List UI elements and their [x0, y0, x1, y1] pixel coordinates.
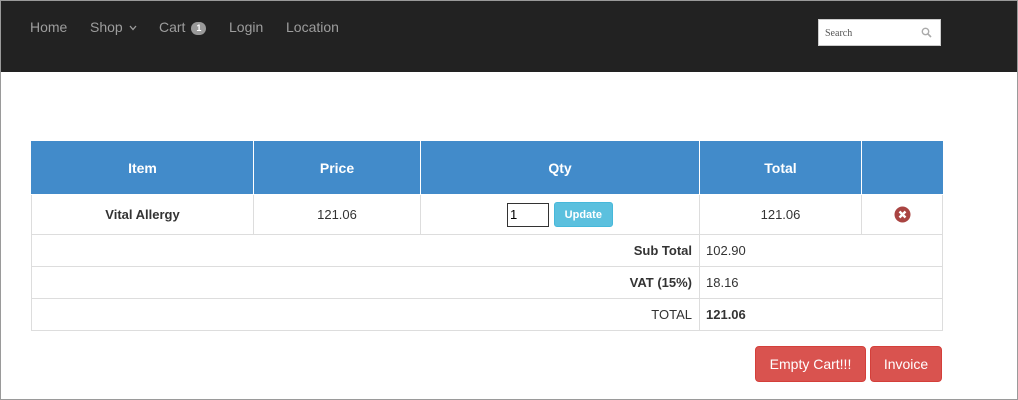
item-qty-cell: Update: [420, 194, 700, 235]
subtotal-value: 102.90: [699, 234, 943, 267]
vat-row: VAT (15%) 18.16: [31, 266, 943, 299]
column-header-item: Item: [31, 141, 254, 195]
empty-cart-button[interactable]: Empty Cart!!!: [755, 346, 866, 382]
cart-table: Item Price Qty Total Vital Allergy 121.0…: [31, 141, 943, 331]
nav-shop-label: Shop: [90, 19, 123, 35]
total-row: TOTAL 121.06: [31, 298, 943, 331]
column-header-price: Price: [253, 141, 421, 195]
column-header-qty: Qty: [420, 141, 700, 195]
table-header-row: Item Price Qty Total: [31, 141, 943, 195]
chevron-down-icon: [129, 25, 137, 31]
subtotal-label: Sub Total: [31, 234, 700, 267]
nav-login-link[interactable]: Login: [229, 18, 263, 36]
nav-location-link[interactable]: Location: [286, 18, 339, 36]
item-name-cell: Vital Allergy: [31, 194, 254, 235]
remove-circle-icon[interactable]: [894, 206, 911, 223]
nav-cart-link[interactable]: Cart 1: [159, 18, 207, 36]
item-remove-cell: [861, 194, 943, 235]
search-input[interactable]: [825, 24, 915, 42]
update-button[interactable]: Update: [553, 202, 613, 227]
item-total-cell: 121.06: [699, 194, 862, 235]
total-label: TOTAL: [31, 298, 700, 331]
vat-label: VAT (15%): [31, 266, 700, 299]
column-header-remove: [861, 141, 943, 195]
nav-shop-dropdown[interactable]: Shop: [90, 18, 137, 36]
subtotal-row: Sub Total 102.90: [31, 234, 943, 267]
page-frame: Home Shop Cart 1 Login Location Item: [0, 0, 1018, 400]
nav-home-link[interactable]: Home: [30, 18, 67, 36]
total-value: 121.06: [699, 298, 943, 331]
table-row: Vital Allergy 121.06 Update 121.06: [31, 194, 943, 235]
cart-count-badge: 1: [191, 21, 207, 35]
invoice-button[interactable]: Invoice: [870, 346, 942, 382]
quantity-input[interactable]: [507, 202, 550, 227]
search-icon[interactable]: [921, 27, 932, 38]
item-price-cell: 121.06: [253, 194, 421, 235]
nav-cart-label: Cart: [159, 19, 186, 35]
top-navbar: Home Shop Cart 1 Login Location: [1, 1, 1017, 72]
vat-value: 18.16: [699, 266, 943, 299]
column-header-total: Total: [699, 141, 862, 195]
search-box: [818, 19, 941, 46]
